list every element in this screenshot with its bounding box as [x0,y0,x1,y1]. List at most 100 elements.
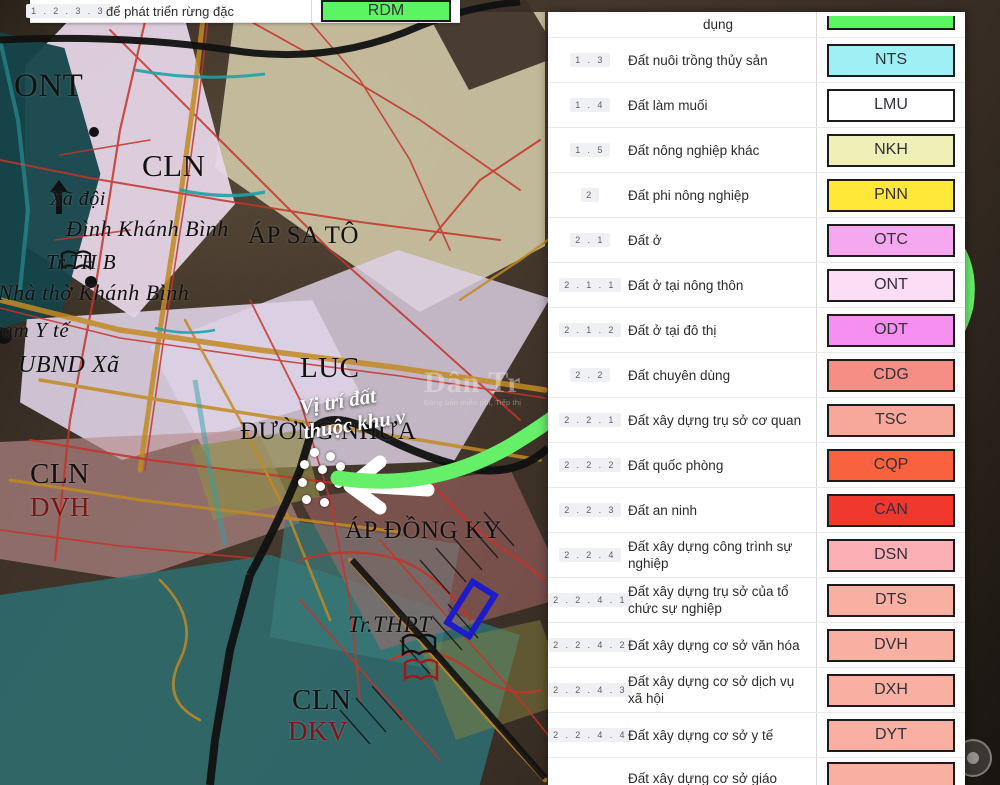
row-code-cell: NTS [817,43,965,77]
land-code-chip: DXH [827,673,955,707]
row-code-cell: CDG [817,358,965,392]
land-code-chip [827,16,955,30]
legend-row[interactable]: Đất xây dựng cơ sở giáo [548,758,965,785]
row-code-cell: CQP [817,448,965,482]
legend-row[interactable]: 2 . 1 . 2 Đất ở tại đô thị ODT [548,308,965,353]
legend-row[interactable]: 2 . 2 Đất chuyên dùng CDG [548,353,965,398]
row-code-cell: CAN [817,493,965,527]
row-code-cell: ODT [817,313,965,347]
legend-row[interactable]: 2 . 1 Đất ở OTC [548,218,965,263]
row-code-cell: DYT [817,718,965,752]
row-name: Đất xây dựng cơ sở văn hóa [628,637,800,653]
legend-row[interactable]: dụng [548,12,965,38]
land-code-chip: ONT [827,268,955,302]
row-code-cell: LMU [817,88,965,122]
legend-row[interactable]: 2 . 2 . 2 Đất quốc phòng CQP [548,443,965,488]
legend-row[interactable]: 2 . 2 . 1 Đất xây dựng trụ sở cơ quan TSC [548,398,965,443]
row-index-cell: 2 . 2 . 4 [548,548,626,562]
row-index-badge: 2 . 2 [570,368,610,382]
row-name: Đất làm muối [628,97,708,113]
row-name: Đất chuyên dùng [628,367,731,383]
legend-row[interactable]: 2 . 2 . 4 . 1 Đất xây dựng trụ sở của tổ … [548,578,965,623]
land-code-chip: OTC [827,223,955,257]
map-label: ÁP ĐỒNG KY [345,517,502,544]
legend-row[interactable]: 2 . 2 . 4 . 3 Đất xây dựng cơ sở dịch vụ … [548,668,965,713]
row-index-badge: 1 . 3 [570,53,610,67]
land-code-chip: TSC [827,403,955,437]
map-label: LUC [300,352,360,384]
legend-row[interactable]: 1 . 4 Đất làm muối LMU [548,83,965,128]
row-index-badge: 2 . 1 . 2 [559,323,621,337]
row-index-badge: 2 . 2 . 4 . 4 [548,728,632,742]
row-index-cell: 1 . 5 [548,143,626,157]
row-index-badge: 2 . 2 . 1 [559,413,621,427]
row-name: Đất xây dựng cơ sở y tế [628,727,774,743]
map-label: ÁP SA TÔ [248,222,359,249]
row-index-cell: 2 . 2 . 4 . 2 [548,638,632,652]
row-index-cell: 2 . 2 [548,368,626,382]
row-name: Đất xây dựng cơ sở dịch vụ xã hội [628,674,795,706]
row-name: Đất nuôi trồng thủy sản [628,52,768,68]
row-index-badge: 2 . 2 . 3 [559,503,621,517]
legend-row[interactable]: 2 Đất phi nông nghiệp PNN [548,173,965,218]
land-code-chip: CAN [827,493,955,527]
map-label: UBND Xã [18,352,120,378]
locate-icon [967,752,979,764]
row-index-badge: 2 . 2 . 4 . 3 [548,683,632,697]
row-code-cell [817,762,965,785]
row-index-cell: 2 . 2 . 2 [548,458,626,472]
map-label: Nhà thờ Khánh Bình [0,280,190,305]
row-code-cell: RDM [312,0,460,22]
legend-row[interactable]: 2 . 2 . 4 . 4 Đất xây dựng cơ sở y tế DYT [548,713,965,758]
row-index-cell: 2 . 2 . 3 [548,503,626,517]
row-name: Đất xây dựng trụ sở cơ quan [628,412,802,428]
map-label: Đình Khánh Bình [66,216,229,241]
row-code-cell: NKH [817,133,965,167]
map-label: ĐƯỜNG NHỰA [240,418,417,445]
row-index-cell: 1 . 4 [548,98,626,112]
row-code-cell: DVH [817,628,965,662]
row-index-badge: 2 . 1 [570,233,610,247]
row-code-cell [817,16,965,30]
row-index-cell: 2 . 2 . 4 . 1 [548,593,632,607]
map-label: CLN [292,684,352,716]
land-code-chip: NKH [827,133,955,167]
row-code-cell: DSN [817,538,965,572]
row-name: để phát triển rừng đặc [106,3,234,19]
row-index-cell: 2 . 1 . 2 [548,323,626,337]
row-name: Đất ở [628,232,662,248]
row-name: Đất nông nghiệp khác [628,142,760,158]
row-index-badge: 2 . 1 . 1 [559,278,621,292]
row-index-badge: 2 [581,188,599,202]
map-label: CLN [142,148,206,183]
row-index-cell: 2 . 2 . 4 . 4 [548,728,632,742]
legend-row[interactable]: 2 . 2 . 4 . 2 Đất xây dựng cơ sở văn hóa D… [548,623,965,668]
row-index-cell: 1 . 2 . 3 . 3 [26,4,110,18]
row-index-cell: 2 [548,188,626,202]
row-index-badge: 2 . 2 . 4 [559,548,621,562]
land-code-chip: PNN [827,178,955,212]
row-index-cell: 2 . 2 . 1 [548,413,626,427]
legend-row[interactable]: 2 . 2 . 4 Đất xây dựng công trình sự nghi… [548,533,965,578]
land-code-chip: DTS [827,583,955,617]
land-use-legend-panel[interactable]: dụng 1 . 3 Đất nuôi trồng thủy sản NTS 1 . 4… [548,12,965,785]
land-code-chip: CQP [827,448,955,482]
row-index-cell: 2 . 1 [548,233,626,247]
legend-row[interactable]: 1 . 5 Đất nông nghiệp khác NKH [548,128,965,173]
row-name: Đất quốc phòng [628,457,724,473]
row-name: Đất ở tại nông thôn [628,277,744,293]
row-index-badge: 2 . 2 . 4 . 2 [548,638,632,652]
row-name: Đất ở tại đô thị [628,322,717,338]
row-index-badge: 1 . 5 [570,143,610,157]
row-code-cell: ONT [817,268,965,302]
legend-row[interactable]: 1 . 3 Đất nuôi trồng thủy sản NTS [548,38,965,83]
map-label: DKV [288,716,348,746]
legend-row[interactable]: 2 . 1 . 1 Đất ở tại nông thôn ONT [548,263,965,308]
land-code-chip: LMU [827,88,955,122]
land-code-chip: CDG [827,358,955,392]
legend-row[interactable]: 2 . 2 . 3 Đất an ninh CAN [548,488,965,533]
land-code-chip: DVH [827,628,955,662]
land-code-chip: RDM [321,0,451,22]
row-index-badge: 2 . 2 . 4 . 1 [548,593,632,607]
land-code-chip: NTS [827,43,955,77]
